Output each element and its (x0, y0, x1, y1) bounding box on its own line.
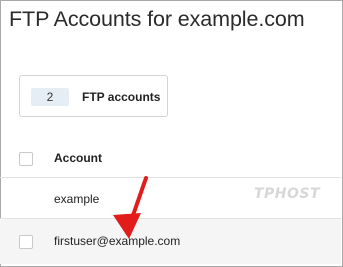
ftp-accounts-summary: 2 FTP accounts (19, 75, 168, 117)
account-name[interactable]: firstuser@example.com (54, 234, 180, 248)
account-column-header[interactable]: Account (54, 151, 102, 165)
table-header-row: Account (0, 140, 341, 178)
select-all-checkbox[interactable] (19, 152, 33, 166)
accounts-summary-label: FTP accounts (82, 90, 161, 104)
account-name[interactable]: example (54, 192, 99, 206)
watermark-logo: TPHOST (254, 186, 321, 202)
table-row[interactable]: firstuser@example.com (0, 219, 341, 264)
page-title: FTP Accounts for example.com (9, 7, 305, 31)
row-checkbox[interactable] (19, 235, 33, 249)
accounts-count-badge: 2 (31, 88, 69, 106)
